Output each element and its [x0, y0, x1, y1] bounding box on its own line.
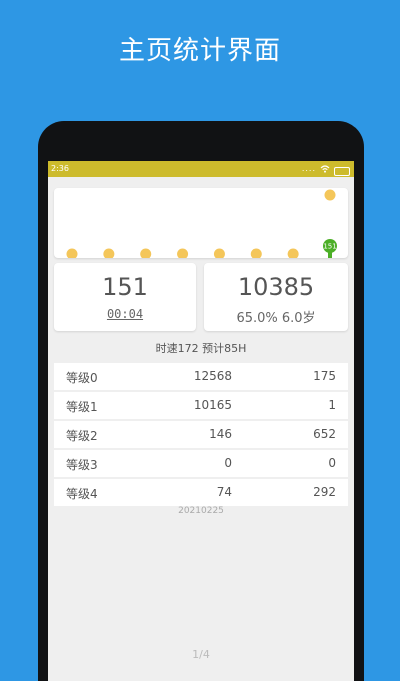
stat-count-value: 151	[102, 273, 148, 301]
page-indicator: 1/4	[192, 648, 210, 661]
stat-timer-line: 00:04	[54, 307, 196, 322]
level-name: 等级4	[66, 487, 98, 501]
chart-plot: 151	[66, 189, 337, 260]
level-value-b: 175	[313, 369, 336, 383]
chart-point	[103, 248, 115, 260]
chart-marker-label: 151	[323, 243, 336, 251]
level-value-a: 0	[224, 456, 232, 470]
chart-point	[140, 248, 152, 260]
battery-icon	[334, 166, 350, 176]
level-value-a: 146	[209, 427, 232, 441]
table-row: 等级1 10165 1	[54, 392, 348, 421]
level-value-a: 10165	[193, 398, 232, 412]
level-value-b: 1	[328, 398, 336, 412]
signal-icon: ....	[301, 164, 316, 173]
phone-frame: 2:36 .... 151 151 00:04 10385 65.0% 6.0岁…	[38, 121, 364, 681]
level-value-a: 74	[216, 485, 232, 499]
level-value-a: 12568	[193, 369, 232, 383]
level-value-b: 292	[313, 485, 336, 499]
chart-card: 151	[54, 188, 348, 260]
status-time: 2:36	[51, 164, 69, 173]
chart-point	[213, 248, 225, 260]
level-value-b: 652	[313, 427, 336, 441]
status-icons: ....	[302, 161, 350, 177]
level-name: 等级2	[66, 429, 98, 443]
table-row: 等级4 74 292	[54, 479, 348, 508]
stat-card-count: 151 00:04	[54, 263, 196, 331]
wifi-icon	[320, 165, 330, 173]
chart-point	[324, 189, 336, 201]
chart-point	[177, 248, 189, 260]
level-table: 等级0 12568 175 等级1 10165 1 等级2 146 652 等级…	[54, 363, 348, 508]
stat-total-value: 10385	[237, 273, 315, 301]
chart-point	[250, 248, 262, 260]
table-row: 等级3 0 0	[54, 450, 348, 479]
stat-detail: 65.0% 6.0岁	[236, 311, 316, 326]
date-label: 20210225	[178, 506, 224, 516]
level-value-b: 0	[328, 456, 336, 470]
status-bar: 2:36 ....	[48, 161, 354, 177]
stat-timer: 00:04	[106, 307, 144, 321]
page-headline: 主页统计界面	[118, 36, 281, 66]
level-name: 等级3	[66, 458, 98, 472]
level-name: 等级1	[66, 400, 98, 414]
stat-card-total: 10385 65.0% 6.0岁	[204, 263, 348, 331]
speed-line: 时速172 预计85H	[155, 342, 247, 355]
chart-point	[287, 248, 299, 260]
table-row: 等级0 12568 175	[54, 363, 348, 392]
level-name: 等级0	[66, 371, 98, 385]
chart-point	[66, 248, 78, 260]
phone-screen: 2:36 .... 151 151 00:04 10385 65.0% 6.0岁…	[48, 161, 354, 681]
table-row: 等级2 146 652	[54, 421, 348, 450]
